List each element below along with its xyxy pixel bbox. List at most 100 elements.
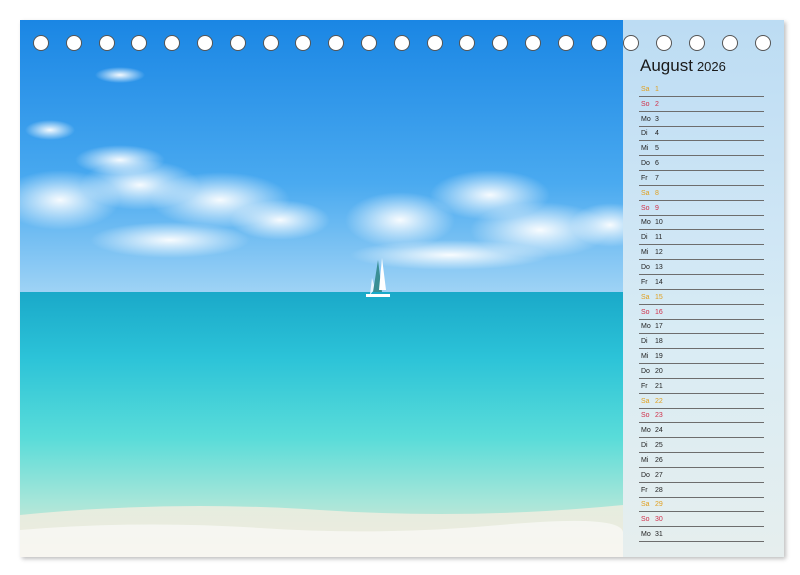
day-weekday: Mi bbox=[641, 249, 649, 257]
binding-hole bbox=[131, 35, 148, 51]
binding-hole bbox=[393, 35, 410, 51]
day-number: 12 bbox=[655, 249, 663, 257]
day-row: Mo 10 bbox=[639, 216, 764, 231]
day-weekday: Mi bbox=[641, 353, 649, 361]
day-number: 7 bbox=[655, 174, 659, 182]
binding-hole bbox=[164, 35, 181, 51]
day-row: Mo 17 bbox=[639, 320, 764, 335]
day-number: 23 bbox=[655, 412, 663, 420]
day-weekday: Sa bbox=[641, 397, 650, 405]
day-weekday: Mo bbox=[641, 115, 651, 123]
day-weekday: Fr bbox=[641, 278, 648, 286]
month-title: August 2026 bbox=[640, 56, 726, 76]
day-number: 27 bbox=[655, 471, 663, 479]
day-weekday: Do bbox=[641, 367, 650, 375]
binding-hole bbox=[33, 35, 49, 51]
day-weekday: Mo bbox=[641, 219, 651, 227]
day-weekday: Di bbox=[641, 442, 648, 450]
day-number: 11 bbox=[655, 234, 663, 242]
day-row: So 2 bbox=[639, 97, 764, 112]
day-number: 14 bbox=[655, 278, 663, 286]
day-list: Sa 1 So 2 Mo 3 Di 4 Mi 5 Do 6 Fr 7 Sa 8 So 9 Mo 10 Di 11 Mi 12 D… bbox=[639, 82, 764, 543]
binding-hole bbox=[65, 35, 82, 51]
binding-holes bbox=[33, 35, 773, 51]
day-number: 19 bbox=[655, 353, 663, 361]
binding-hole bbox=[459, 35, 476, 51]
day-number: 5 bbox=[655, 145, 659, 153]
day-weekday: So bbox=[641, 204, 650, 212]
day-weekday: Sa bbox=[641, 189, 650, 197]
day-row: Sa 15 bbox=[639, 290, 764, 305]
day-number: 31 bbox=[655, 531, 663, 539]
binding-hole bbox=[426, 35, 443, 51]
day-weekday: Do bbox=[641, 263, 650, 271]
day-row: So 30 bbox=[639, 512, 764, 528]
day-row: Fr 21 bbox=[639, 379, 764, 394]
day-row: Fr 14 bbox=[639, 275, 764, 290]
day-row: Di 4 bbox=[639, 127, 764, 142]
day-number: 15 bbox=[655, 293, 663, 301]
day-weekday: Mo bbox=[641, 323, 651, 331]
month-year: 2026 bbox=[696, 59, 726, 74]
day-number: 8 bbox=[655, 189, 659, 197]
day-weekday: So bbox=[641, 516, 650, 524]
day-row: Sa 22 bbox=[639, 394, 764, 409]
day-weekday: Do bbox=[641, 471, 650, 479]
day-number: 10 bbox=[655, 219, 663, 227]
day-row: Sa 8 bbox=[639, 186, 764, 201]
binding-hole bbox=[590, 35, 607, 51]
day-row: Mi 26 bbox=[639, 453, 764, 468]
binding-hole bbox=[229, 35, 246, 51]
binding-hole bbox=[557, 35, 574, 51]
day-row: Sa 29 bbox=[639, 498, 764, 513]
day-row: Mi 5 bbox=[639, 141, 764, 157]
day-weekday: Di bbox=[641, 234, 648, 242]
day-weekday: Fr bbox=[641, 486, 648, 494]
binding-hole bbox=[656, 35, 673, 51]
day-weekday: Sa bbox=[641, 293, 650, 301]
day-weekday: Mi bbox=[641, 456, 649, 464]
day-weekday: Mo bbox=[641, 427, 651, 435]
day-weekday: Fr bbox=[641, 174, 648, 182]
day-row: Do 6 bbox=[639, 156, 764, 172]
day-number: 25 bbox=[655, 442, 663, 450]
day-number: 16 bbox=[655, 308, 663, 316]
binding-hole bbox=[689, 35, 705, 51]
day-row: So 9 bbox=[639, 201, 764, 216]
day-number: 2 bbox=[655, 100, 659, 108]
day-row: So 23 bbox=[639, 409, 764, 424]
day-number: 4 bbox=[655, 130, 659, 138]
day-row: Di 11 bbox=[639, 230, 764, 246]
binding-hole bbox=[98, 35, 115, 51]
binding-hole bbox=[197, 35, 213, 51]
day-number: 17 bbox=[655, 323, 663, 331]
binding-hole bbox=[721, 35, 738, 51]
binding-hole bbox=[328, 35, 345, 51]
day-number: 1 bbox=[655, 85, 659, 93]
day-number: 6 bbox=[655, 160, 659, 168]
day-row: Mi 19 bbox=[639, 349, 764, 365]
month-name: August bbox=[640, 56, 693, 75]
day-row: Do 27 bbox=[639, 468, 764, 483]
binding-hole bbox=[525, 35, 541, 51]
day-row: Mo 24 bbox=[639, 423, 764, 439]
binding-hole bbox=[623, 35, 640, 51]
day-weekday: Sa bbox=[641, 85, 650, 93]
day-row: Mo 31 bbox=[639, 527, 764, 543]
day-number: 20 bbox=[655, 367, 663, 375]
day-row: Fr 7 bbox=[639, 171, 764, 186]
day-number: 9 bbox=[655, 204, 659, 212]
beach-photo bbox=[20, 20, 623, 557]
day-weekday: So bbox=[641, 412, 650, 420]
day-weekday: So bbox=[641, 308, 650, 316]
day-row: Fr 28 bbox=[639, 483, 764, 498]
day-weekday: So bbox=[641, 100, 650, 108]
binding-hole bbox=[295, 35, 312, 51]
binding-hole bbox=[262, 35, 279, 51]
day-row: Sa 1 bbox=[639, 82, 764, 97]
day-weekday: Mi bbox=[641, 145, 649, 153]
day-number: 18 bbox=[655, 338, 663, 346]
day-row: Di 18 bbox=[639, 334, 764, 350]
day-number: 28 bbox=[655, 486, 663, 494]
day-number: 21 bbox=[655, 382, 663, 390]
